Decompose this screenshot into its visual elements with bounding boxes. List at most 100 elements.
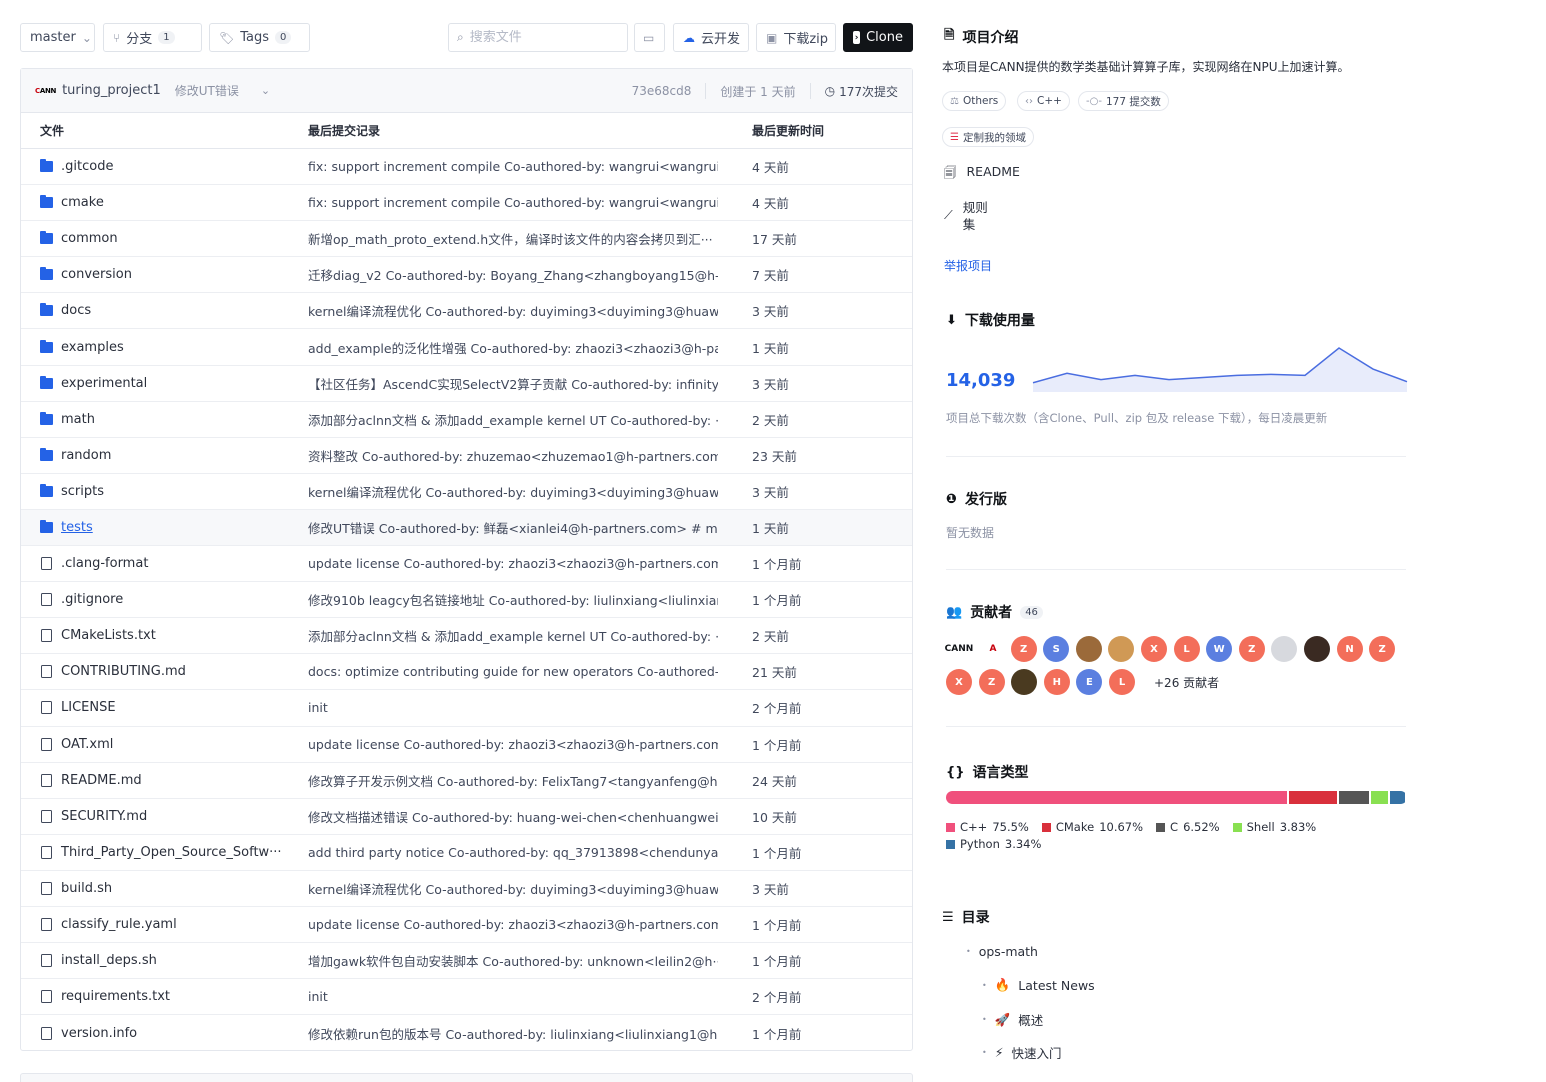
file-name[interactable]: random: [61, 448, 111, 463]
contributor-avatar[interactable]: E: [1076, 669, 1103, 695]
table-row[interactable]: conversion 迁移diag_v2 Co-authored-by: Boya…: [21, 257, 912, 294]
commit-message-cell[interactable]: 修改依赖run包的版本号 Co-authored-by: liulinxiang…: [308, 1024, 718, 1043]
branches-button[interactable]: ⑂ 分支 1: [103, 23, 202, 52]
table-row[interactable]: build.sh kernel编译流程优化 Co-authored-by: duy…: [21, 871, 912, 907]
cloud-dev-button[interactable]: ☁ 云开发: [673, 23, 749, 52]
contributor-avatar[interactable]: W: [1206, 636, 1233, 662]
file-name[interactable]: math: [61, 412, 95, 427]
contributor-avatar[interactable]: [1108, 636, 1135, 662]
table-row[interactable]: experimental 【社区任务】AscendC实现SelectV2算子贡献 …: [21, 366, 912, 402]
table-row[interactable]: .gitcode fix: support increment compile C…: [21, 149, 912, 186]
commits-pill[interactable]: -○- 177 提交数: [1078, 91, 1169, 111]
table-row[interactable]: install_deps.sh 增加gawk软件包自动安装脚本 Co-author…: [21, 943, 912, 980]
table-row[interactable]: Third_Party_Open_Source_Softw··· add thir…: [21, 835, 912, 871]
commit-message-cell[interactable]: 资料整改 Co-authored-by: zhuzemao<zhuzemao1@…: [308, 446, 718, 465]
file-name[interactable]: scripts: [61, 484, 104, 499]
table-row[interactable]: common 新增op_math_proto_extend.h文件，编译时该文件的…: [21, 221, 912, 258]
file-name[interactable]: .gitcode: [61, 159, 113, 174]
file-search-input[interactable]: [469, 30, 610, 45]
contributor-avatar[interactable]: [1075, 636, 1102, 662]
table-row[interactable]: random 资料整改 Co-authored-by: zhuzemao<zhuz…: [21, 438, 912, 474]
table-row[interactable]: CMakeLists.txt 添加部分aclnn文档 & 添加add_exampl…: [21, 618, 912, 655]
license-pill[interactable]: ⚖ Others: [942, 91, 1007, 111]
commit-message-cell[interactable]: update license Co-authored-by: zhaozi3<z…: [308, 917, 718, 932]
file-name[interactable]: experimental: [61, 376, 147, 391]
contributor-avatar[interactable]: L: [1173, 636, 1200, 662]
commit-message-cell[interactable]: add third party notice Co-authored-by: q…: [308, 845, 718, 860]
file-name[interactable]: tests: [61, 520, 93, 535]
file-name[interactable]: classify_rule.yaml: [61, 917, 177, 932]
commit-message[interactable]: 修改UT错误: [175, 82, 239, 99]
commit-message-cell[interactable]: 新增op_math_proto_extend.h文件，编译时该文件的内容会拷贝到…: [308, 229, 718, 248]
table-row[interactable]: tests 修改UT错误 Co-authored-by: 鲜磊<xianlei4@…: [21, 509, 912, 547]
contributor-avatar[interactable]: S: [1043, 636, 1070, 662]
more-contributors-link[interactable]: +26 贡献者: [1154, 674, 1219, 691]
file-name[interactable]: LICENSE: [61, 700, 116, 715]
branch-select[interactable]: master ⌄: [20, 23, 95, 52]
language-pill[interactable]: ‹› C++: [1017, 91, 1070, 111]
file-name[interactable]: examples: [61, 340, 124, 355]
table-row[interactable]: cmake fix: support increment compile Co-a…: [21, 185, 912, 222]
commit-author[interactable]: turing_project1: [62, 83, 161, 98]
table-row[interactable]: version.info 修改依赖run包的版本号 Co-authored-by:…: [21, 1015, 912, 1051]
commit-message-cell[interactable]: 添加部分aclnn文档 & 添加add_example kernel UT Co…: [308, 626, 718, 645]
commit-message-cell[interactable]: 修改UT错误 Co-authored-by: 鲜磊<xianlei4@h-par…: [308, 518, 718, 537]
commit-message-cell[interactable]: kernel编译流程优化 Co-authored-by: duyiming3<d…: [308, 879, 718, 898]
download-zip-button[interactable]: ▣ 下载zip: [756, 23, 836, 52]
commit-message-cell[interactable]: fix: support increment compile Co-author…: [308, 195, 718, 210]
contributor-avatar[interactable]: X: [1141, 636, 1167, 662]
contributor-avatar[interactable]: Z: [978, 669, 1005, 695]
commit-message-cell[interactable]: 修改算子开发示例文档 Co-authored-by: FelixTang7<ta…: [308, 771, 718, 790]
commit-message-cell[interactable]: update license Co-authored-by: zhaozi3<z…: [308, 737, 718, 752]
clone-button[interactable]: › Clone: [843, 23, 913, 52]
toc-item[interactable]: • ops-math: [966, 944, 1038, 959]
table-row[interactable]: math 添加部分aclnn文档 & 添加add_example kernel U…: [21, 402, 912, 438]
table-row[interactable]: LICENSE init 2 个月前: [21, 690, 912, 727]
tags-button[interactable]: 🏷 Tags 0: [209, 23, 310, 52]
commit-hash[interactable]: 73e68cd8: [632, 84, 692, 98]
custom-domain-pill[interactable]: ☰ 定制我的领域: [942, 127, 1034, 147]
file-name[interactable]: CMakeLists.txt: [61, 628, 156, 643]
chevron-down-icon[interactable]: ⌄: [261, 84, 270, 97]
contributor-avatar[interactable]: X: [946, 669, 972, 695]
table-row[interactable]: scripts kernel编译流程优化 Co-authored-by: duyi…: [21, 474, 912, 510]
table-row[interactable]: OAT.xml update license Co-authored-by: zh…: [21, 727, 912, 763]
contributor-avatar[interactable]: N: [1336, 636, 1363, 662]
commit-message-cell[interactable]: 【社区任务】AscendC实现SelectV2算子贡献 Co-authored-…: [308, 374, 718, 393]
contributor-avatar[interactable]: Z: [1238, 636, 1265, 662]
web-ide-button[interactable]: ▭: [634, 23, 665, 52]
table-row[interactable]: CONTRIBUTING.md docs: optimize contributi…: [21, 654, 912, 691]
file-name[interactable]: README.md: [61, 773, 142, 788]
commit-message-cell[interactable]: 修改文档描述错误 Co-authored-by: huang-wei-chen<…: [308, 807, 718, 826]
commit-message-cell[interactable]: 修改910b leagcy包名链接地址 Co-authored-by: liul…: [308, 590, 718, 609]
commit-message-cell[interactable]: 增加gawk软件包自动安装脚本 Co-authored-by: unknown<…: [308, 951, 718, 970]
file-name[interactable]: build.sh: [61, 881, 112, 896]
file-name[interactable]: .clang-format: [61, 556, 148, 571]
file-name[interactable]: cmake: [61, 195, 104, 210]
contributor-avatar[interactable]: [1271, 636, 1298, 662]
commit-message-cell[interactable]: fix: support increment compile Co-author…: [308, 159, 718, 174]
file-name[interactable]: Third_Party_Open_Source_Softw···: [61, 845, 282, 860]
report-link[interactable]: 举报项目: [944, 257, 992, 274]
table-row[interactable]: classify_rule.yaml update license Co-auth…: [21, 907, 912, 944]
contributor-avatar[interactable]: Z: [1010, 636, 1037, 662]
contributor-avatar[interactable]: A: [978, 636, 1008, 662]
contributor-avatar[interactable]: [1304, 636, 1330, 662]
commit-message-cell[interactable]: update license Co-authored-by: zhaozi3<z…: [308, 556, 718, 571]
readme-link[interactable]: 🗐 README: [944, 164, 1020, 185]
commit-message-cell[interactable]: kernel编译流程优化 Co-authored-by: duyiming3<d…: [308, 482, 718, 501]
commit-message-cell[interactable]: add_example的泛化性增强 Co-authored-by: zhaozi…: [308, 338, 718, 357]
file-name[interactable]: common: [61, 231, 118, 246]
toc-item[interactable]: • 🚀 概述: [982, 1010, 1043, 1029]
rules-link[interactable]: ⟋ 规则 集: [944, 199, 988, 233]
file-name[interactable]: conversion: [61, 267, 132, 282]
commit-message-cell[interactable]: 添加部分aclnn文档 & 添加add_example kernel UT Co…: [308, 410, 718, 429]
file-name[interactable]: SECURITY.md: [61, 809, 147, 824]
commit-message-cell[interactable]: kernel编译流程优化 Co-authored-by: duyiming3<d…: [308, 301, 718, 320]
file-name[interactable]: requirements.txt: [61, 989, 170, 1004]
contributor-avatar[interactable]: CANN: [944, 636, 974, 662]
table-row[interactable]: requirements.txt init 2 个月前: [21, 979, 912, 1016]
toc-item[interactable]: • ⚡ 快速入门: [982, 1043, 1062, 1062]
file-name[interactable]: docs: [61, 303, 91, 318]
commit-message-cell[interactable]: docs: optimize contributing guide for ne…: [308, 664, 718, 679]
